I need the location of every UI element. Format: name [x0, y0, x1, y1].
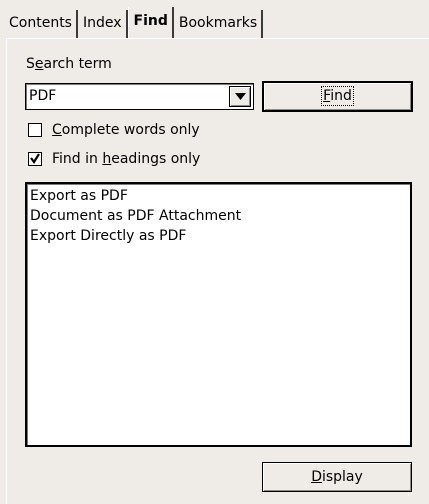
list-item[interactable]: Export as PDF [30, 186, 407, 206]
tab-contents[interactable]: Contents [6, 10, 78, 38]
tab-index[interactable]: Index [78, 10, 128, 38]
tab-bar: Contents Index Find Bookmarks [6, 7, 264, 38]
headings-only-option[interactable]: Find in headings only [28, 150, 200, 168]
checkmark-icon [30, 153, 40, 164]
complete-words-option[interactable]: Complete words only [28, 121, 200, 139]
help-find-panel: Contents Index Find Bookmarks Search ter… [0, 0, 429, 504]
complete-words-label[interactable]: Complete words only [52, 122, 200, 138]
tab-bookmarks[interactable]: Bookmarks [174, 10, 264, 38]
search-term-label: Search term [26, 56, 112, 72]
find-button[interactable]: Find [262, 81, 413, 112]
headings-only-label[interactable]: Find in headings only [52, 151, 200, 167]
headings-only-label-pre: Find in [52, 151, 103, 167]
dropdown-button[interactable] [229, 86, 251, 107]
chevron-down-icon [235, 93, 246, 100]
tab-find[interactable]: Find [127, 7, 174, 38]
list-item[interactable]: Document as PDF Attachment [30, 206, 407, 226]
results-list[interactable]: Export as PDF Document as PDF Attachment… [25, 182, 412, 447]
display-button-mnemonic: D [311, 469, 322, 485]
display-button[interactable]: Display [262, 462, 412, 492]
search-label-pre: S [26, 56, 35, 72]
complete-words-label-text: omplete words only [61, 122, 200, 138]
list-item[interactable]: Export Directly as PDF [30, 226, 407, 246]
find-button-focus: Find [321, 86, 354, 106]
headings-only-label-post: eadings only [111, 151, 201, 167]
display-button-label: isplay [321, 469, 363, 485]
search-term-combobox[interactable] [25, 83, 254, 110]
complete-words-checkbox[interactable] [28, 123, 42, 137]
complete-words-mnemonic: C [52, 122, 62, 138]
search-label-mnemonic: e [34, 56, 44, 72]
find-button-label: ind [330, 88, 352, 104]
headings-only-mnemonic: h [102, 151, 112, 167]
headings-only-checkbox[interactable] [28, 152, 42, 166]
search-label-post: arch term [43, 56, 112, 72]
search-input[interactable] [29, 84, 224, 109]
